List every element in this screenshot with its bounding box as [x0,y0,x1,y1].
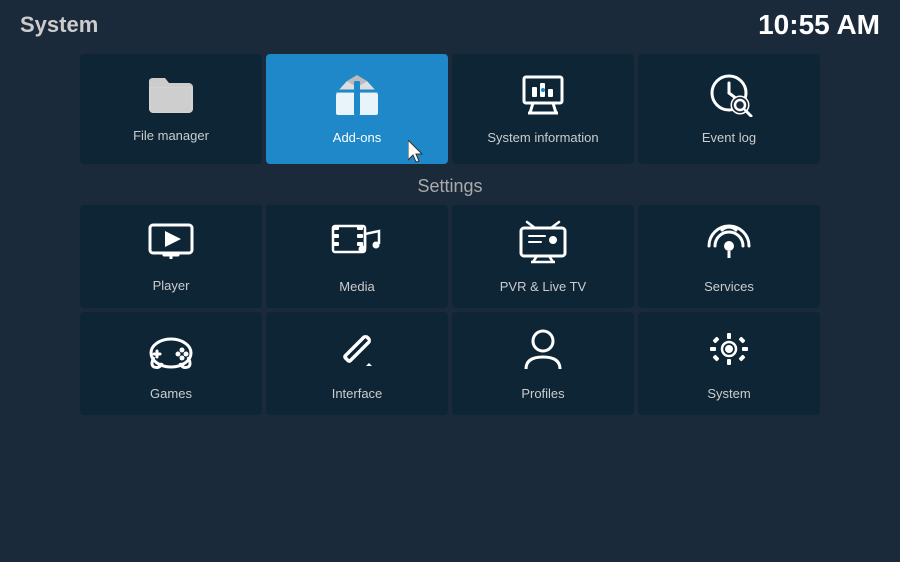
system-label: System [707,386,750,401]
addons-icon [332,73,382,122]
event-log-label: Event log [702,130,756,145]
file-manager-label: File manager [133,128,209,143]
profiles-icon [518,327,568,376]
media-icon [331,220,383,269]
tile-interface[interactable]: Interface [266,312,448,415]
player-label: Player [153,278,190,293]
add-ons-label: Add-ons [333,130,381,145]
settings-grid: Player Media [0,205,900,415]
tile-games[interactable]: Games [80,312,262,415]
player-icon [146,221,196,268]
media-label: Media [339,279,374,294]
games-label: Games [150,386,192,401]
tile-media[interactable]: Media [266,205,448,308]
system-info-icon [518,73,568,122]
tile-services[interactable]: Services [638,205,820,308]
settings-section-label: Settings [0,176,900,197]
pvr-icon [517,220,569,269]
interface-label: Interface [332,386,383,401]
interface-icon [332,327,382,376]
pvr-label: PVR & Live TV [500,279,586,294]
tile-add-ons[interactable]: Add-ons [266,54,448,164]
tile-system-information[interactable]: System information [452,54,634,164]
folder-icon [147,75,195,120]
tile-event-log[interactable]: Event log [638,54,820,164]
services-label: Services [704,279,754,294]
services-icon [705,220,753,269]
tile-player[interactable]: Player [80,205,262,308]
system-icon [704,327,754,376]
games-icon [146,327,196,376]
top-tiles-row: File manager Add-ons [0,54,900,164]
app-title: System [20,12,98,38]
topbar: System 10:55 AM [0,0,900,50]
system-information-label: System information [487,130,598,145]
tile-system[interactable]: System [638,312,820,415]
tile-profiles[interactable]: Profiles [452,312,634,415]
clock: 10:55 AM [758,9,880,41]
tile-pvr-live-tv[interactable]: PVR & Live TV [452,205,634,308]
event-log-icon [704,73,754,122]
tile-file-manager[interactable]: File manager [80,54,262,164]
profiles-label: Profiles [521,386,564,401]
